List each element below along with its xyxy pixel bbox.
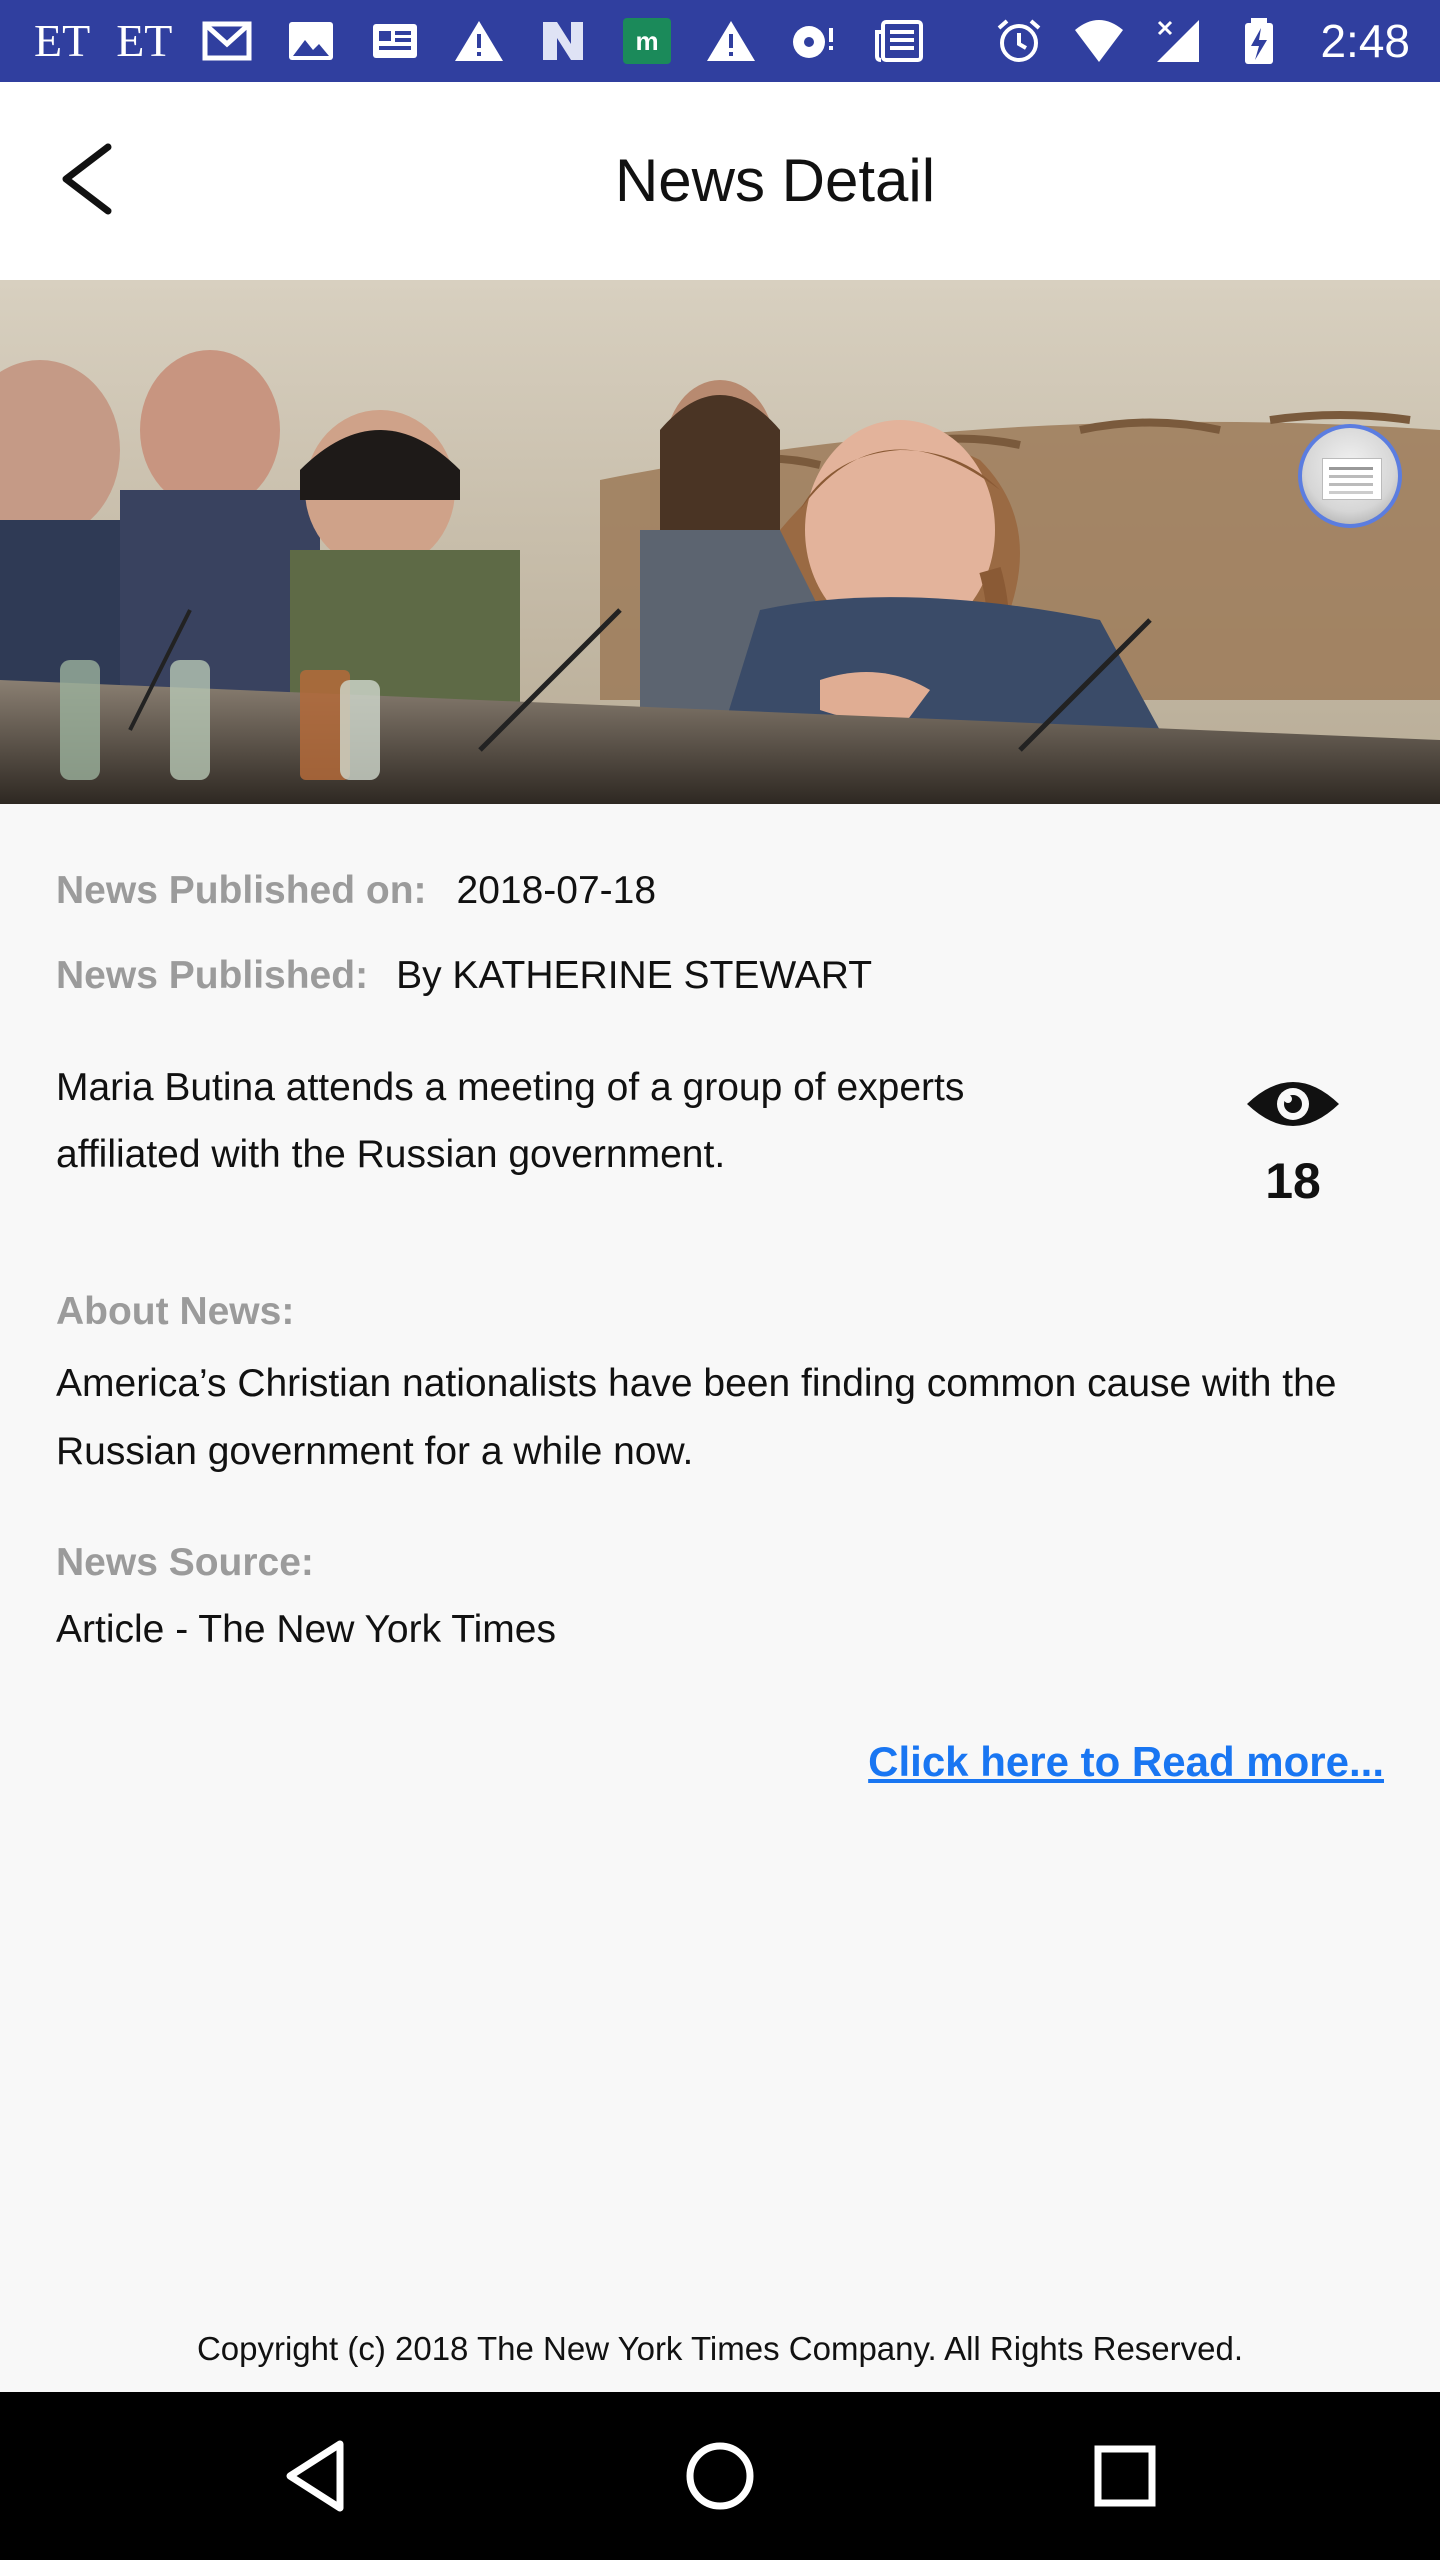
warning-icon <box>450 18 508 64</box>
news-source-label: News Source: <box>56 1541 314 1584</box>
status-notifications: ET ET m <box>34 0 928 82</box>
published-by-row: News Published: By KATHERINE STEWART <box>56 946 872 1006</box>
image-icon <box>282 18 340 64</box>
square-recents-icon <box>1094 2445 1156 2507</box>
alarm-icon <box>990 18 1048 64</box>
clock: 2:48 <box>1320 15 1410 67</box>
wifi-icon <box>1070 18 1128 64</box>
status-system: 2:48 <box>990 0 1410 82</box>
nav-home-button[interactable] <box>670 2426 770 2526</box>
n-icon <box>534 18 592 64</box>
published-by-label: News Published: <box>56 954 369 997</box>
view-counter: 18 <box>1221 1074 1365 1210</box>
status-bar: ET ET m 2:48 <box>0 0 1440 82</box>
m-app-icon: m <box>618 18 676 64</box>
navigation-bar <box>0 2392 1440 2560</box>
triangle-back-icon <box>286 2440 344 2512</box>
read-more-link[interactable]: Click here to Read more... <box>868 1738 1384 1786</box>
eye-icon <box>1247 1082 1339 1126</box>
view-count: 18 <box>1265 1153 1321 1209</box>
published-date-value: 2018-07-18 <box>456 869 657 912</box>
svg-text:m: m <box>636 26 659 56</box>
newspaper-icon <box>870 18 928 64</box>
battery-icon <box>1230 18 1288 64</box>
circle-home-icon <box>686 2442 754 2510</box>
news-source-text: Article - The New York Times <box>56 1608 556 1651</box>
published-date-row: News Published on: 2018-07-18 <box>56 861 656 921</box>
warning-icon <box>702 18 760 64</box>
gmail-icon <box>198 18 256 64</box>
nav-recents-button[interactable] <box>1075 2426 1175 2526</box>
news-card-icon <box>366 18 424 64</box>
et-notification: ET <box>116 15 173 66</box>
app-bar: News Detail <box>0 82 1440 280</box>
podcast-icon <box>786 18 844 64</box>
news-image <box>0 280 1440 804</box>
signal-icon <box>1150 18 1208 64</box>
copyright-notice: Copyright (c) 2018 The New York Times Co… <box>196 2330 1244 2367</box>
nav-back-button[interactable] <box>265 2426 365 2526</box>
published-by-value: By KATHERINE STEWART <box>396 954 873 997</box>
page-title: News Detail <box>614 147 936 214</box>
published-date-label: News Published on: <box>56 869 427 912</box>
image-caption: Maria Butina attends a meeting of a grou… <box>56 1066 965 1176</box>
floating-chat-bubble[interactable] <box>1298 424 1402 528</box>
about-news-label: About News: <box>56 1290 295 1333</box>
about-news-text: America’s Christian nationalists have be… <box>56 1362 1337 1473</box>
et-notification: ET <box>34 15 91 66</box>
document-thumbnail-icon <box>1322 458 1382 500</box>
